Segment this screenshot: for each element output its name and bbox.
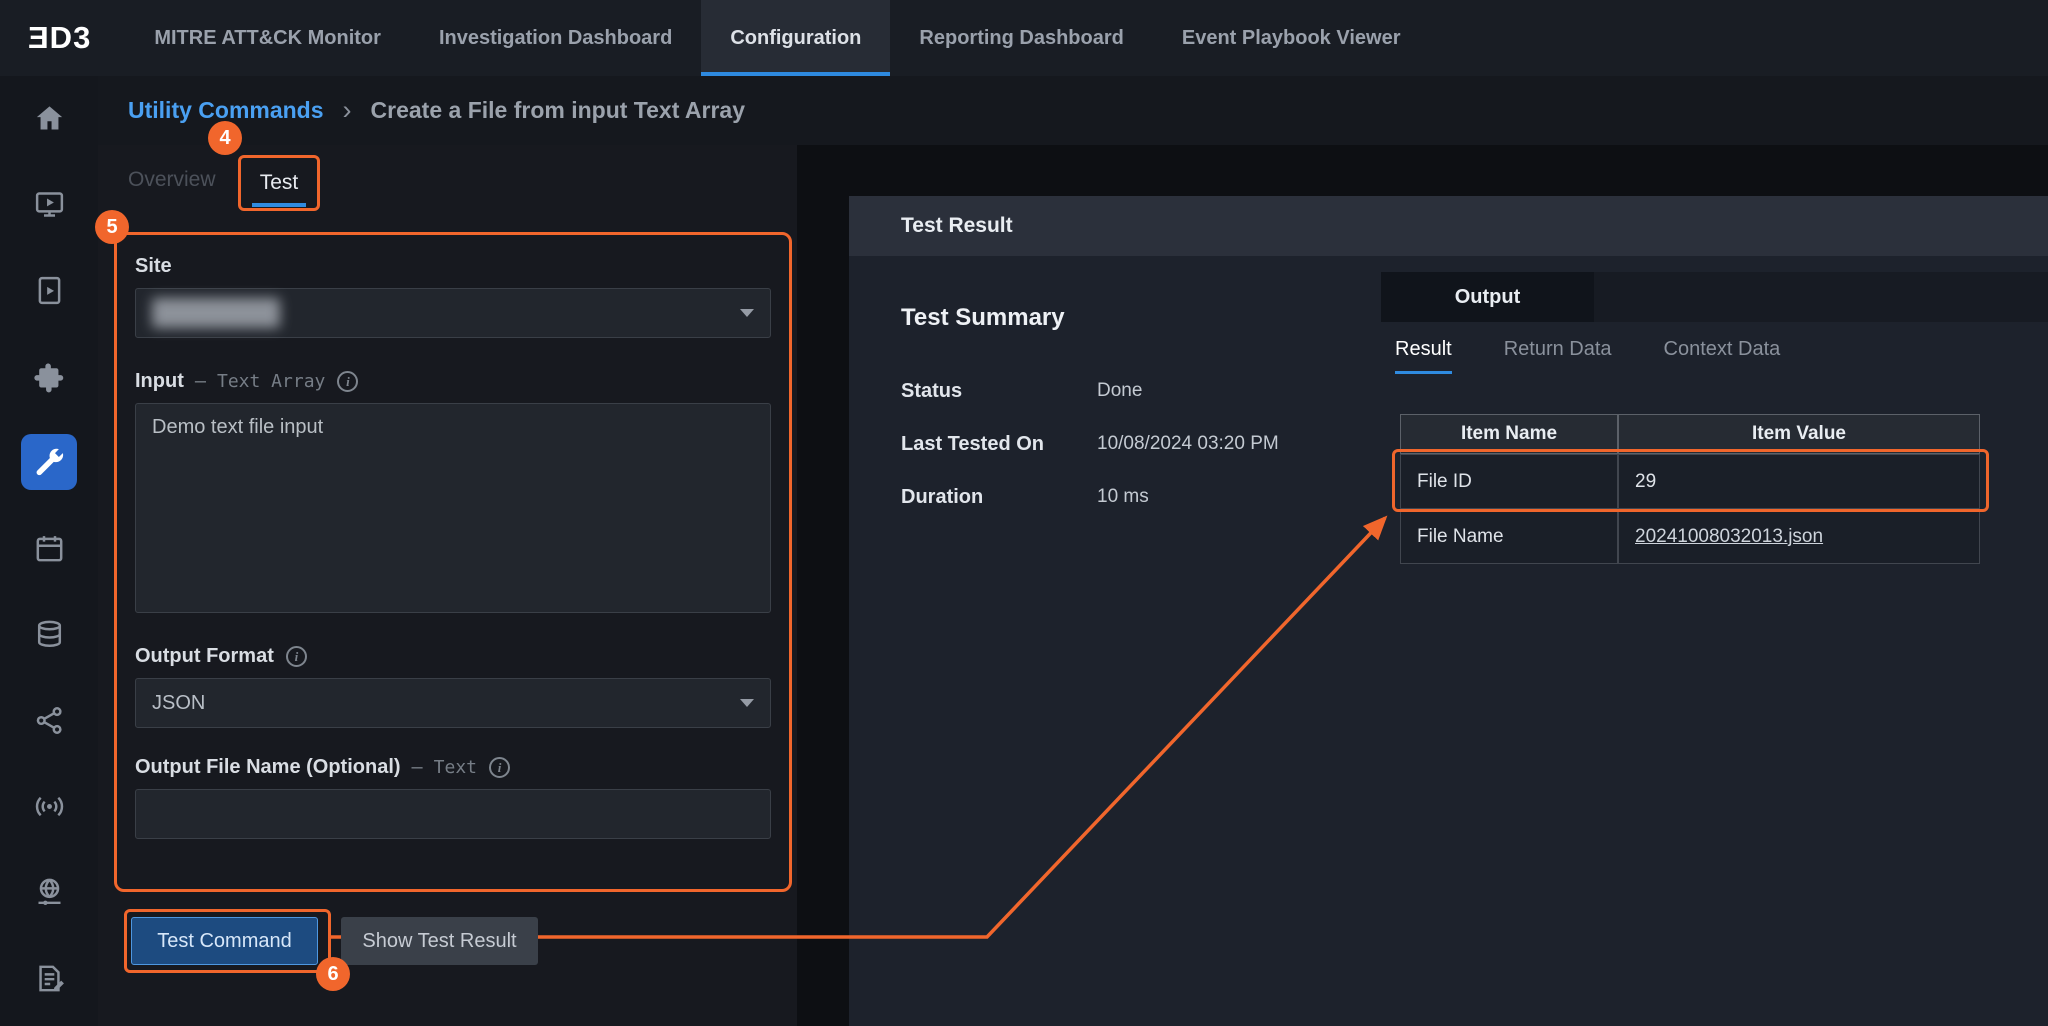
output-file-name-label: Output File Name (Optional)	[135, 756, 401, 779]
hint-dash: –	[195, 370, 206, 393]
chevron-down-icon	[740, 309, 754, 317]
test-result-panel: Test Summary Status Done Last Tested On …	[849, 256, 2048, 1026]
icon-sidebar	[0, 76, 98, 1026]
subtab-return-data[interactable]: Return Data	[1504, 338, 1612, 374]
info-icon[interactable]	[337, 371, 358, 392]
table-cell-file-name-name: File Name	[1400, 509, 1618, 564]
hint-dash: –	[412, 756, 423, 779]
tools-icon	[33, 446, 66, 479]
table-header-item-value: Item Value	[1618, 414, 1980, 454]
tab-output[interactable]: Output	[1381, 272, 1594, 322]
monitor-play-icon	[33, 188, 66, 221]
table-cell-file-id-value: 29	[1618, 454, 1980, 509]
test-result-header: Test Result	[849, 196, 2048, 256]
globe-settings-icon	[33, 876, 66, 909]
sidebar-item-utility-commands[interactable]	[21, 434, 77, 490]
nav-reporting-dashboard[interactable]: Reporting Dashboard	[890, 0, 1152, 76]
annotation-badge-4: 4	[208, 121, 242, 155]
database-icon	[33, 618, 66, 651]
puzzle-icon	[33, 360, 66, 393]
nav-event-playbook-viewer[interactable]: Event Playbook Viewer	[1153, 0, 1430, 76]
table-header-item-name: Item Name	[1400, 414, 1618, 454]
sidebar-item-global-settings[interactable]	[21, 864, 77, 920]
status-value: Done	[1097, 380, 1142, 403]
sidebar-item-audit[interactable]	[21, 950, 77, 1006]
output-format-select[interactable]: JSON	[135, 678, 771, 728]
input-type-hint: Text Array	[217, 371, 325, 392]
subtab-context-data[interactable]: Context Data	[1664, 338, 1781, 374]
output-format-value: JSON	[152, 692, 205, 715]
sidebar-item-broadcast[interactable]	[21, 778, 77, 834]
sidebar-item-playbooks[interactable]	[21, 262, 77, 318]
breadcrumb-parent-link[interactable]: Utility Commands	[128, 97, 324, 124]
test-summary-rows: Status Done Last Tested On 10/08/2024 03…	[901, 380, 1279, 539]
file-download-link[interactable]: 20241008032013.json	[1635, 526, 1823, 548]
annotation-badge-6: 6	[316, 957, 350, 991]
sidebar-item-integrations[interactable]	[21, 348, 77, 404]
d3-logo[interactable]: ƎD3	[0, 0, 125, 76]
sidebar-item-home[interactable]	[21, 90, 77, 146]
summary-row-last-tested: Last Tested On 10/08/2024 03:20 PM	[901, 433, 1279, 456]
tab-test[interactable]: Test	[260, 171, 299, 195]
redacted-site-value	[152, 298, 280, 328]
input-label: Input	[135, 370, 184, 393]
nav-investigation-dashboard[interactable]: Investigation Dashboard	[410, 0, 701, 76]
top-navigation-bar: ƎD3 MITRE ATT&CK Monitor Investigation D…	[0, 0, 2048, 76]
test-command-button[interactable]: Test Command	[131, 917, 318, 965]
page-title: Create a File from input Text Array	[371, 97, 745, 124]
duration-value: 10 ms	[1097, 486, 1149, 509]
show-test-result-button[interactable]: Show Test Result	[341, 917, 538, 965]
breadcrumb-separator: ›	[343, 95, 352, 126]
annotation-badge-5: 5	[95, 210, 129, 244]
test-summary-title: Test Summary	[901, 304, 1065, 332]
result-table: Item Name Item Value File ID 29 File Nam…	[1400, 414, 1980, 564]
info-icon[interactable]	[489, 757, 510, 778]
output-format-label: Output Format	[135, 645, 274, 668]
app-window: ƎD3 MITRE ATT&CK Monitor Investigation D…	[0, 0, 2048, 1026]
output-subtabs: Result Return Data Context Data	[1395, 338, 1780, 374]
breadcrumb: Utility Commands › Create a File from in…	[98, 76, 2048, 145]
sidebar-item-monitor[interactable]	[21, 176, 77, 232]
annotation-box-test-tab: Test	[238, 155, 320, 211]
document-edit-icon	[33, 962, 66, 995]
file-play-icon	[33, 274, 66, 307]
duration-label: Duration	[901, 486, 1097, 509]
sidebar-item-schedule[interactable]	[21, 520, 77, 576]
annotation-box-test-form: Site Input – Text Array Demo text file i…	[114, 232, 792, 892]
output-tab-strip: Output	[1381, 272, 2048, 322]
summary-row-status: Status Done	[901, 380, 1279, 403]
chevron-down-icon	[740, 699, 754, 707]
test-result-title: Test Result	[901, 214, 1013, 238]
broadcast-icon	[33, 790, 66, 823]
last-tested-label: Last Tested On	[901, 433, 1097, 456]
site-label: Site	[135, 255, 172, 278]
table-cell-file-name-value: 20241008032013.json	[1618, 509, 1980, 564]
summary-row-duration: Duration 10 ms	[901, 486, 1279, 509]
sidebar-item-connections[interactable]	[21, 692, 77, 748]
output-file-type-hint: Text	[434, 757, 477, 778]
home-icon	[33, 102, 66, 135]
tab-overview[interactable]: Overview	[128, 168, 216, 192]
sidebar-item-data[interactable]	[21, 606, 77, 662]
output-file-name-input[interactable]	[135, 789, 771, 839]
share-nodes-icon	[33, 704, 66, 737]
calendar-icon	[33, 532, 66, 565]
nav-configuration[interactable]: Configuration	[701, 0, 890, 76]
status-label: Status	[901, 380, 1097, 403]
site-select[interactable]	[135, 288, 771, 338]
table-cell-file-id-name: File ID	[1400, 454, 1618, 509]
input-textarea[interactable]: Demo text file input	[135, 403, 771, 613]
nav-mitre-attack-monitor[interactable]: MITRE ATT&CK Monitor	[125, 0, 410, 76]
subtab-result[interactable]: Result	[1395, 338, 1452, 374]
last-tested-value: 10/08/2024 03:20 PM	[1097, 433, 1279, 456]
info-icon[interactable]	[286, 646, 307, 667]
